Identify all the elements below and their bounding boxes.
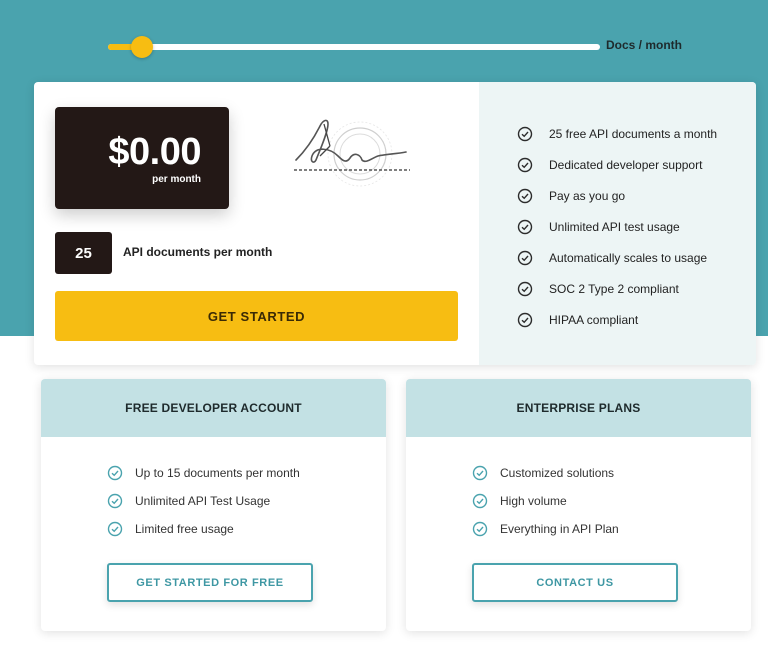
- check-circle-icon: [517, 219, 533, 234]
- enterprise-plan-card: ENTERPRISE PLANS Customized solutions Hi…: [406, 379, 751, 631]
- check-circle-icon: [517, 250, 533, 265]
- get-started-button[interactable]: GET STARTED: [55, 291, 458, 341]
- check-circle-icon: [107, 521, 123, 537]
- signature-graphic: [294, 119, 410, 187]
- plan-feature-list: Up to 15 documents per month Unlimited A…: [107, 459, 300, 543]
- plan-feature-item: Customized solutions: [472, 459, 619, 487]
- get-started-free-button[interactable]: GET STARTED FOR FREE: [107, 563, 313, 602]
- plan-feature-label: High volume: [500, 494, 567, 508]
- slider-thumb[interactable]: [131, 36, 153, 58]
- plan-feature-item: Up to 15 documents per month: [107, 459, 300, 487]
- feature-item: SOC 2 Type 2 compliant: [517, 273, 717, 304]
- price-period: per month: [152, 174, 201, 185]
- feature-item: Pay as you go: [517, 180, 717, 211]
- plan-feature-item: High volume: [472, 487, 619, 515]
- plan-feature-item: Unlimited API Test Usage: [107, 487, 300, 515]
- feature-item: Unlimited API test usage: [517, 211, 717, 242]
- price-display: $0.00 per month: [55, 107, 229, 209]
- check-circle-icon: [472, 521, 488, 537]
- pricing-card: $0.00 per month 25 API documents per mon…: [34, 82, 756, 365]
- feature-label: Unlimited API test usage: [549, 219, 680, 234]
- check-circle-icon: [517, 188, 533, 203]
- plan-feature-label: Everything in API Plan: [500, 522, 619, 536]
- plan-feature-label: Customized solutions: [500, 466, 615, 480]
- feature-list: 25 free API documents a month Dedicated …: [517, 118, 717, 335]
- plan-feature-item: Everything in API Plan: [472, 515, 619, 543]
- check-circle-icon: [517, 157, 533, 172]
- check-circle-icon: [107, 493, 123, 509]
- plan-title: ENTERPRISE PLANS: [406, 379, 751, 437]
- plan-feature-label: Unlimited API Test Usage: [135, 494, 271, 508]
- check-circle-icon: [517, 126, 533, 141]
- pricing-panel: $0.00 per month 25 API documents per mon…: [34, 82, 479, 365]
- check-circle-icon: [517, 312, 533, 327]
- features-panel: 25 free API documents a month Dedicated …: [479, 82, 756, 365]
- check-circle-icon: [472, 493, 488, 509]
- feature-label: Automatically scales to usage: [549, 250, 708, 265]
- plan-title: FREE DEVELOPER ACCOUNT: [41, 379, 386, 437]
- free-developer-plan-card: FREE DEVELOPER ACCOUNT Up to 15 document…: [41, 379, 386, 631]
- plan-feature-list: Customized solutions High volume Everyth…: [472, 459, 619, 543]
- feature-item: Automatically scales to usage: [517, 242, 717, 273]
- feature-label: 25 free API documents a month: [549, 126, 718, 141]
- check-circle-icon: [472, 465, 488, 481]
- quantity-input[interactable]: 25: [55, 232, 112, 274]
- quantity-label: API documents per month: [123, 245, 273, 259]
- plan-feature-label: Up to 15 documents per month: [135, 466, 300, 480]
- check-circle-icon: [517, 281, 533, 296]
- feature-label: HIPAA compliant: [549, 312, 639, 327]
- slider-label: Docs / month: [606, 38, 683, 52]
- feature-label: Pay as you go: [549, 188, 626, 203]
- plan-feature-label: Limited free usage: [135, 522, 234, 536]
- feature-label: Dedicated developer support: [549, 157, 703, 172]
- feature-item: 25 free API documents a month: [517, 118, 717, 149]
- price-amount: $0.00: [108, 131, 201, 173]
- plan-feature-item: Limited free usage: [107, 515, 300, 543]
- docs-slider[interactable]: [108, 36, 600, 58]
- feature-item: Dedicated developer support: [517, 149, 717, 180]
- check-circle-icon: [107, 465, 123, 481]
- feature-item: HIPAA compliant: [517, 304, 717, 335]
- contact-us-button[interactable]: CONTACT US: [472, 563, 678, 602]
- feature-label: SOC 2 Type 2 compliant: [549, 281, 679, 296]
